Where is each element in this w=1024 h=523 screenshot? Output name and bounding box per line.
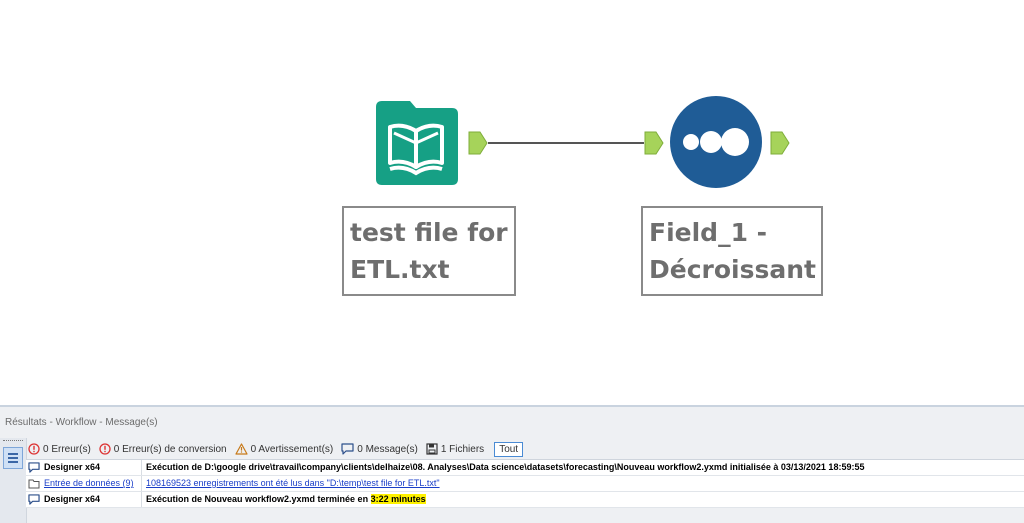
list-view-button[interactable]: [3, 447, 23, 469]
three-dots-icon: [670, 96, 762, 188]
filter-conversion-errors-label: 0 Erreur(s) de conversion: [113, 443, 227, 455]
message-source-link[interactable]: Entrée de données (9): [42, 476, 142, 491]
filter-all-button[interactable]: Tout: [494, 441, 524, 457]
workflow-canvas[interactable]: test file for ETL.txt Field_1 - Décroiss…: [0, 0, 1024, 405]
designer-window: test file for ETL.txt Field_1 - Décroiss…: [0, 0, 1024, 523]
duration-highlight: 3:22 minutes: [370, 494, 426, 504]
folder-icon: [28, 479, 40, 489]
sort-tool-output-anchor[interactable]: [770, 131, 790, 155]
results-message-list: Designer x64 Exécution de D:\google driv…: [26, 459, 1024, 508]
drag-grip-icon[interactable]: [3, 440, 23, 444]
error-circle-icon: [28, 443, 40, 455]
message-bubble-icon: [28, 462, 40, 473]
message-source: Designer x64: [42, 460, 142, 475]
filter-messages[interactable]: 0 Message(s): [341, 443, 418, 455]
message-bubble-icon: [28, 494, 40, 505]
table-row[interactable]: Entrée de données (9) 108169523 enregist…: [26, 476, 1024, 492]
filter-messages-label: 0 Message(s): [357, 443, 418, 455]
message-source: Designer x64: [42, 492, 142, 507]
table-row[interactable]: Designer x64 Exécution de Nouveau workfl…: [26, 492, 1024, 508]
book-icon: [376, 101, 458, 185]
input-data-tool[interactable]: [372, 97, 462, 187]
filter-warnings[interactable]: 0 Avertissement(s): [235, 443, 334, 455]
results-filter-bar: 0 Erreur(s) 0 Erreur(s) de conversion 0 …: [28, 440, 531, 458]
message-bubble-icon: [341, 443, 354, 455]
message-text: Exécution de D:\google drive\travail\com…: [146, 462, 865, 472]
filter-warnings-label: 0 Avertissement(s): [250, 443, 334, 455]
save-file-icon: [426, 443, 438, 455]
sort-tool-annotation[interactable]: Field_1 - Décroissant: [641, 206, 823, 296]
message-text-main: Exécution de Nouveau workflow2.yxmd term…: [146, 494, 371, 504]
warning-triangle-icon: [235, 443, 248, 455]
table-row[interactable]: Designer x64 Exécution de D:\google driv…: [26, 460, 1024, 476]
message-text: Exécution de Nouveau workflow2.yxmd term…: [142, 492, 426, 507]
sort-tool[interactable]: [669, 95, 763, 189]
connection-line[interactable]: [488, 142, 644, 144]
filter-errors[interactable]: 0 Erreur(s): [28, 443, 91, 455]
filter-files[interactable]: 1 Fichiers: [426, 443, 484, 455]
filter-errors-label: 0 Erreur(s): [43, 443, 91, 455]
input-tool-output-anchor[interactable]: [468, 131, 488, 155]
sort-tool-input-anchor[interactable]: [644, 131, 664, 155]
filter-files-label: 1 Fichiers: [440, 443, 485, 455]
input-tool-annotation[interactable]: test file for ETL.txt: [342, 206, 516, 296]
error-circle-icon: [99, 443, 111, 455]
filter-conversion-errors[interactable]: 0 Erreur(s) de conversion: [99, 443, 227, 455]
results-panel-title: Résultats - Workflow - Message(s): [5, 417, 158, 428]
results-side-strip: [0, 438, 27, 523]
message-text-link[interactable]: 108169523 enregistrements ont été lus da…: [142, 476, 440, 491]
results-panel: Résultats - Workflow - Message(s) 0 Erre…: [0, 405, 1024, 523]
